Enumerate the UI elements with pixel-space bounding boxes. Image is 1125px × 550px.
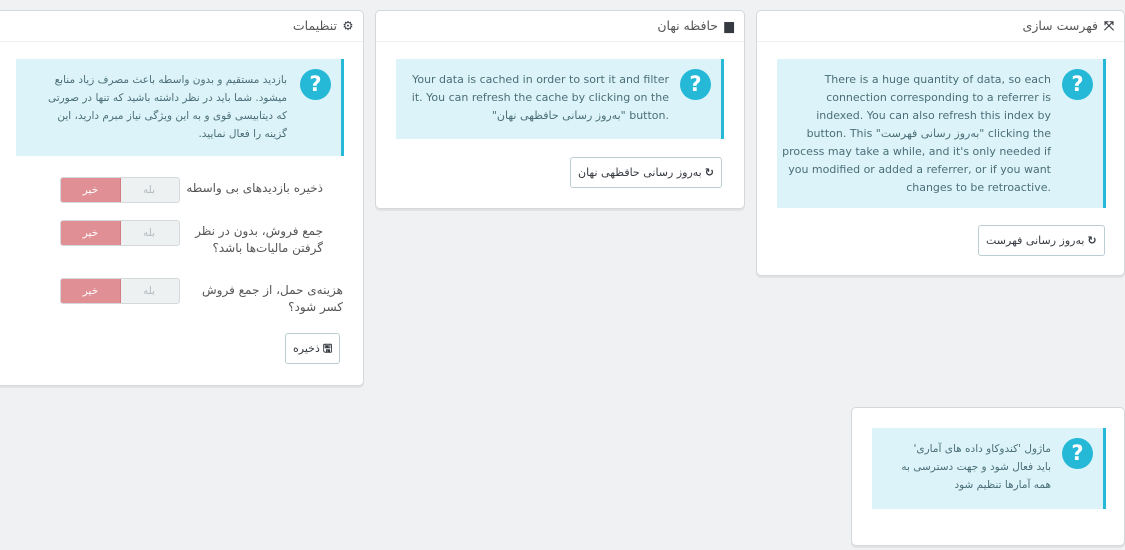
settings-info-text: بازدید مستقیم و بدون واسطه باعث مصرف زیا… <box>47 74 287 140</box>
switch-no-option[interactable]: خیر <box>61 178 121 202</box>
settings-panel-title: تنظیمات <box>292 18 337 33</box>
cache-panel-title: حافظه نهان <box>657 18 718 33</box>
index-panel-title: فهرست سازی <box>1022 18 1098 33</box>
index-panel-heading: ⤧ فهرست سازی <box>757 11 1124 42</box>
module-info-box: ? ماژول 'کندوکاو داده های آماری' باید فع… <box>872 428 1106 509</box>
index-info-box: ? There is a huge quantity of data, so e… <box>777 59 1106 208</box>
switch-no-option[interactable]: خیر <box>61 221 121 245</box>
cache-info-text: Your data is cached in order to sort it … <box>411 73 669 122</box>
help-icon: ? <box>1062 69 1093 100</box>
help-icon: ? <box>680 69 711 100</box>
index-info-text: There is a huge quantity of data, so eac… <box>782 73 1051 194</box>
refresh-cache-label: به‌روز رسانی حافظهی نهان <box>578 166 702 179</box>
settings-info-box: ? بازدید مستقیم و بدون واسطه باعث مصرف ز… <box>16 59 344 156</box>
module-info-text: ماژول 'کندوکاو داده های آماری' باید فعال… <box>901 443 1051 491</box>
shipping-excluded-switch[interactable]: خیر بله <box>60 278 180 304</box>
tax-excluded-switch[interactable]: خیر بله <box>60 220 180 246</box>
help-icon: ? <box>300 69 331 100</box>
cache-panel-heading: ▆ حافظه نهان <box>376 11 744 42</box>
refresh-icon: ↻ <box>1087 234 1097 247</box>
settings-panel-heading: ⚙ تنظیمات <box>0 11 363 42</box>
cache-info-box: ? Your data is cached in order to sort i… <box>396 59 724 139</box>
save-button-label: ذخیره <box>293 342 320 355</box>
save-button[interactable]: 🖫ذخیره <box>285 333 341 364</box>
shipping-excluded-label: هزینه‌ی حمل، از جمع فروش کسر شود؟ <box>202 283 343 314</box>
switch-no-option[interactable]: خیر <box>61 279 121 303</box>
refresh-index-label: به‌روز رسانی فهرست <box>986 234 1085 247</box>
refresh-cache-button[interactable]: ↻به‌روز رسانی حافظهی نهان <box>570 157 722 188</box>
expand-icon: ⤧ <box>1103 18 1114 33</box>
direct-visits-label: ذخیره بازدیدهای بی واسطه <box>186 181 323 195</box>
index-panel: ⤧ فهرست سازی ? There is a huge quantity o… <box>756 10 1125 276</box>
direct-visits-switch[interactable]: خیر بله <box>60 177 180 203</box>
refresh-icon: ↻ <box>704 166 714 179</box>
briefcase-icon: ▆ <box>724 18 734 33</box>
refresh-index-button[interactable]: ↻به‌روز رسانی فهرست <box>978 225 1105 256</box>
help-icon: ? <box>1062 438 1093 469</box>
floppy-icon: 🖫 <box>322 342 333 355</box>
module-notice-panel: ? ماژول 'کندوکاو داده های آماری' باید فع… <box>851 407 1125 546</box>
gear-icon: ⚙ <box>342 18 354 33</box>
settings-panel: ⚙ تنظیمات ? بازدید مستقیم و بدون واسطه با… <box>0 10 364 386</box>
cache-panel: ▆ حافظه نهان ? Your data is cached in ord… <box>375 10 745 209</box>
tax-excluded-label: جمع فروش، بدون در نظر گرفتن مالیات‌ها با… <box>195 224 323 255</box>
